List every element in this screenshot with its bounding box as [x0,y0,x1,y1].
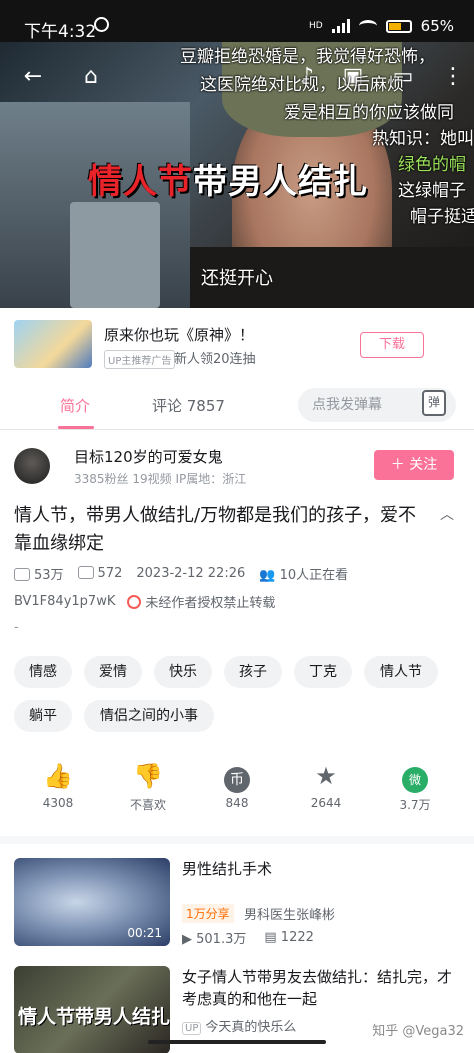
signal-icon [331,19,350,33]
bvid[interactable]: BV1F84y1p7wK [14,594,115,609]
action-bar: 👍 4308 👎 不喜欢 币 848 ★ 2644 微 3.7万 [0,760,474,820]
danmaku-comment: 豆瓣拒绝恐婚是，我觉得好恐怖， [180,47,435,67]
follow-button[interactable]: ＋ 关注 [374,450,454,480]
video-player[interactable]: ← ⌂ ♪ ▣ ▭ ⋮ 豆瓣拒绝恐婚是，我觉得好恐怖， 这医院绝对比规，以后麻烦… [0,42,474,308]
avatar[interactable] [14,448,50,484]
tab-comments[interactable]: 评论 7857 [152,395,225,416]
danmaku-count-icon [77,566,94,579]
recommended-danmaku: 1222 [280,930,314,945]
back-icon[interactable]: ← [20,64,46,90]
danmaku-toggle-icon[interactable]: 弹 [422,390,446,416]
tab-intro[interactable]: 简介 [60,395,90,416]
ad-subtitle: 新人领20连抽 [174,352,256,367]
more-icon[interactable]: ⋮ [440,64,466,90]
danmaku-comment: 这医院绝对比规，以后麻烦 [200,75,404,95]
coin-count: 848 [225,796,249,810]
home-icon[interactable]: ⌂ [78,64,104,90]
video-subtitle: 还挺开心 [201,268,273,289]
danmaku-comment: 这绿帽子 [398,181,466,201]
tag-chip[interactable]: 快乐 [154,656,212,688]
collapse-icon[interactable]: ︿ [440,504,454,524]
dislike-button[interactable]: 👎 不喜欢 [108,760,188,813]
wechat-icon: 微 [402,767,428,793]
uploader-stats: 3385粉丝 19视频 IP属地：浙江 [74,472,247,486]
danmaku-comment: 爱是相互的你应该做同 [284,103,454,123]
video-duration: 00:21 [127,926,162,940]
coin-button[interactable]: 币 848 [197,760,277,810]
tag-chip[interactable]: 情人节 [364,656,438,688]
alarm-icon [94,17,109,32]
thumbnail-caption: 情人节带男人结扎 [18,1006,170,1028]
wifi-icon [358,20,377,32]
dislike-label: 不喜欢 [129,798,166,812]
tab-indicator [58,426,94,429]
video-title: 情人节，带男人做结扎/万物都是我们的孩子，爱不靠血缘绑定 [14,505,417,554]
battery-percent: 65% [420,17,454,35]
coin-icon: 币 [224,767,250,793]
tab-bar: 简介 评论 7857 点我发弹幕 弹 [0,380,474,430]
video-gate [70,202,160,308]
watching-count: 10人正在看 [279,568,349,583]
like-count: 4308 [42,796,74,810]
recommended-title[interactable]: 女子情人节带男友去做结扎：结扎完，才考虑真的和他在一起 [182,966,460,1010]
share-count: 3.7万 [399,798,431,812]
ad-title[interactable]: 原来你也玩《原神》！ [104,324,254,345]
danmaku-comment: 绿色的帽 [398,155,466,175]
watermark: 知乎 @Vega32 [372,1024,464,1039]
star-icon: ★ [315,762,337,790]
danmaku-count-icon: ▤ [264,930,277,945]
video-description: - [14,620,19,635]
recommended-author-row: UP 今天真的快乐么 [182,1016,296,1035]
ad-banner[interactable]: 原来你也玩《原神》！ UP主推荐广告 新人领20连抽 下载 [0,308,474,380]
watching-icon: 👥 [259,568,276,583]
recommended-author: 男科医生张峰彬 [244,908,336,923]
favorite-count: 2644 [310,796,342,810]
danmaku-comment: 帽子挺适 [410,207,474,227]
network-type: HD [308,21,323,31]
video-thumbnail[interactable]: 00:21 [14,858,170,946]
thumbs-down-icon: 👎 [133,762,163,790]
bv-row: BV1F84y1p7wK 未经作者授权禁止转载 [14,592,275,611]
thumbs-up-icon: 👍 [43,762,73,790]
share-badge: 1万分享 [182,904,234,923]
battery-icon [385,19,412,33]
no-repost-icon [127,595,142,609]
video-meta: 53万 572 2023-2-12 22:26 👥 10人正在看 [14,564,348,583]
up-badge: UP [182,1022,202,1035]
publish-date: 2023-2-12 22:26 [136,566,246,581]
repost-notice: 未经作者授权禁止转载 [145,596,276,611]
uploader-name[interactable]: 目标120岁的可爱女鬼 [74,446,223,467]
recommended-title[interactable]: 男性结扎手术 [182,858,460,880]
tag-chip[interactable]: 情感 [14,656,72,688]
tag-chip[interactable]: 孩子 [224,656,282,688]
danmaku-comment: 热知识：她叫 [372,129,474,149]
tag-chip[interactable]: 爱情 [84,656,142,688]
danmaku-count: 572 [97,566,123,581]
home-indicator[interactable] [148,1040,326,1044]
like-button[interactable]: 👍 4308 [18,760,98,810]
ad-thumbnail[interactable] [14,320,92,368]
tag-chip[interactable]: 情侣之间的小事 [84,700,214,732]
ad-tag: UP主推荐广告 [104,350,176,369]
favorite-button[interactable]: ★ 2644 [286,760,366,810]
uploader-info: 目标120岁的可爱女鬼 3385粉丝 19视频 IP属地：浙江 ＋ 关注 [0,440,474,496]
tag-chip[interactable]: 丁克 [294,656,352,688]
download-button[interactable]: 下载 [360,332,424,358]
section-divider [0,836,474,844]
status-time: 下午4:32 [24,22,97,42]
play-count-icon: ▶ [182,932,192,947]
recommended-video[interactable]: 00:21 男性结扎手术 1万分享 男科医生张峰彬 ▶ 501.3万 ▤ 122… [0,858,474,958]
share-button[interactable]: 微 3.7万 [375,760,455,813]
recommended-views: 501.3万 [196,932,247,947]
video-caption: 情人节带男人结扎 [88,162,368,202]
play-count-icon [14,568,30,581]
tag-chip[interactable]: 躺平 [14,700,72,732]
recommended-author: 今天真的快乐么 [205,1020,297,1035]
view-count: 53万 [34,568,64,583]
video-thumbnail[interactable]: 情人节带男人结扎 [14,966,170,1053]
